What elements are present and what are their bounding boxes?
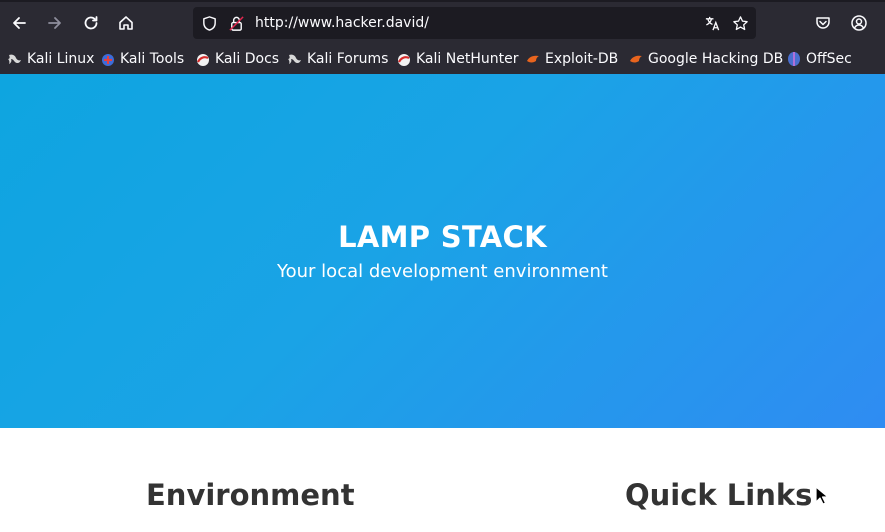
account-button[interactable] <box>844 8 874 38</box>
bookmarks-toolbar: Kali Linux Kali Tools Kali Docs Kali For… <box>0 45 885 73</box>
bookmark-label: Exploit-DB <box>545 51 619 67</box>
kali-dragon-icon <box>287 51 303 67</box>
bookmark-kali-nethunter[interactable]: Kali NetHunter <box>396 49 518 69</box>
kali-docs-icon <box>195 51 211 67</box>
reload-icon <box>84 16 98 30</box>
hero-banner: LAMP STACK Your local development enviro… <box>0 74 885 428</box>
home-icon <box>119 16 133 30</box>
reload-button[interactable] <box>76 8 106 38</box>
bookmark-kali-linux[interactable]: Kali Linux <box>7 49 94 69</box>
address-bar[interactable]: http://www.hacker.david/ <box>193 7 756 39</box>
exploit-db-icon <box>525 51 541 67</box>
environment-heading: Environment <box>146 478 355 512</box>
bookmark-google-hacking-db[interactable]: Google Hacking DB <box>628 49 783 69</box>
bookmark-label: Kali NetHunter <box>416 51 519 67</box>
exploit-db-icon <box>628 51 644 67</box>
tab-strip-edge <box>0 0 885 2</box>
bookmark-label: Kali Docs <box>215 51 280 67</box>
translate-icon[interactable] <box>703 14 721 32</box>
pocket-icon <box>816 17 830 29</box>
mouse-cursor-icon <box>815 486 829 505</box>
kali-docs-icon <box>396 51 412 67</box>
kali-dragon-icon <box>7 51 23 67</box>
pocket-button[interactable] <box>808 8 838 38</box>
bookmark-label: Kali Forums <box>307 51 389 67</box>
url-text[interactable]: http://www.hacker.david/ <box>255 14 429 32</box>
forward-button[interactable] <box>40 8 70 38</box>
forward-arrow-icon <box>48 17 61 29</box>
bookmark-label: Google Hacking DB <box>648 51 784 67</box>
quick-links-heading: Quick Links <box>625 478 813 512</box>
bookmark-kali-forums[interactable]: Kali Forums <box>287 49 388 69</box>
hero-subtitle: Your local development environment <box>277 261 608 282</box>
browser-toolbar: http://www.hacker.david/ Kali Linux Kali… <box>0 0 885 74</box>
account-icon <box>851 15 867 31</box>
back-arrow-icon <box>13 17 26 29</box>
bookmark-exploit-db[interactable]: Exploit-DB <box>525 49 618 69</box>
insecure-lock-icon[interactable] <box>227 14 245 32</box>
bookmark-label: OffSec <box>806 51 852 67</box>
back-button[interactable] <box>4 8 34 38</box>
kali-tools-icon <box>100 51 116 67</box>
bookmark-offsec[interactable]: OffSec <box>786 49 852 69</box>
bookmark-kali-docs[interactable]: Kali Docs <box>195 49 279 69</box>
hero-title: LAMP STACK <box>338 220 547 254</box>
offsec-icon <box>786 51 802 67</box>
bookmark-star-icon[interactable] <box>731 14 749 32</box>
home-button[interactable] <box>111 8 141 38</box>
bookmark-label: Kali Tools <box>120 51 185 67</box>
bookmark-label: Kali Linux <box>27 51 95 67</box>
bookmark-kali-tools[interactable]: Kali Tools <box>100 49 184 69</box>
shield-icon[interactable] <box>200 14 218 32</box>
